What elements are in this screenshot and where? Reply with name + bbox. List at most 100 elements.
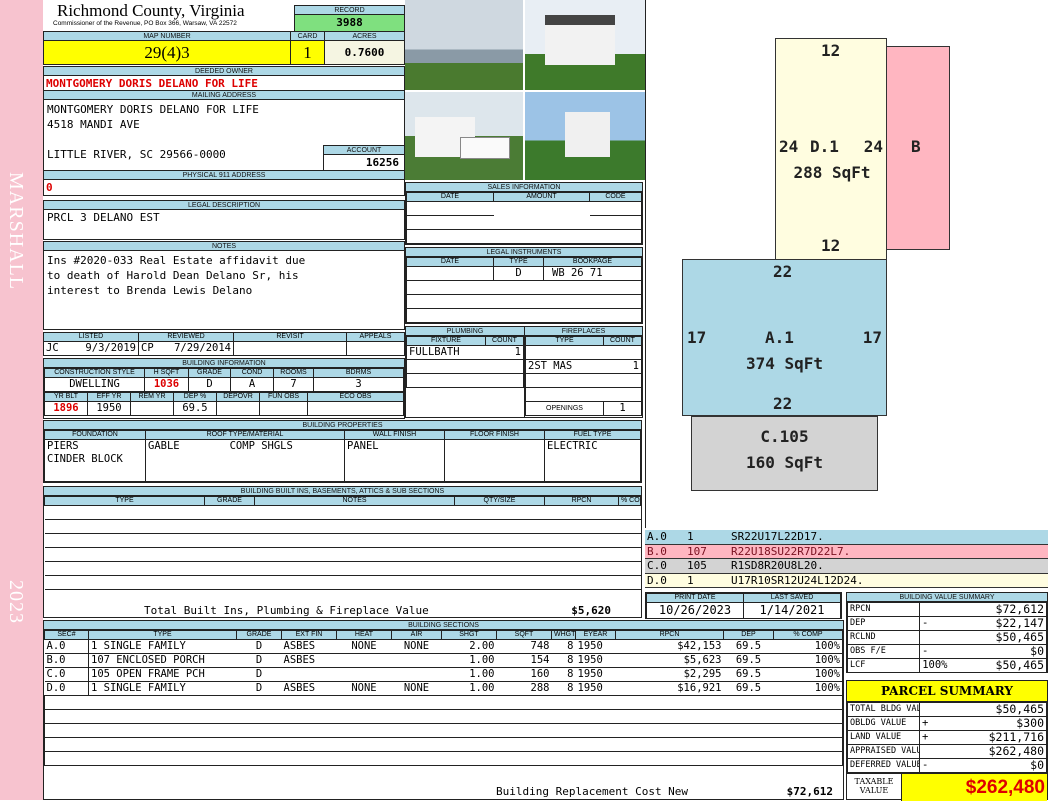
built-ins-label: BUILDING BUILT INS, BASEMENTS, ATTICS & … (44, 487, 641, 496)
building-sketch: 12 24 24 12 D.1 288 SqFt B 22 17 17 22 A… (645, 0, 1050, 528)
building-value-summary: BUILDING VALUE SUMMARY RPCN $72,612 DEP - $2… (846, 592, 1048, 673)
legend-section: A.0 (647, 530, 667, 543)
dim-label: 12 (821, 236, 841, 255)
sales-label: SALES INFORMATION (406, 183, 642, 192)
building-information-label: BUILDING INFORMATION (44, 359, 404, 368)
section-row-cell: 69.5 (723, 667, 774, 682)
section-row-cell: 1950 (575, 639, 616, 654)
value-summary-row: RCLND $50,465 (847, 630, 1047, 645)
sections-header-cell: EYEAR (575, 630, 616, 640)
parcel-name: OBLDG VALUE (847, 716, 920, 731)
parcel-value: $211,716 (949, 730, 1047, 745)
section-row-cell: 1 SINGLE FAMILY (88, 639, 237, 654)
legend-code: 1 (687, 573, 694, 587)
section-row-cell: 748 (496, 639, 552, 654)
fixture-type: FULLBATH (406, 345, 486, 360)
fixture-count-header: COUNT (485, 336, 524, 346)
section-cell (44, 737, 843, 752)
sections-header-cell: EXT FIN (281, 630, 337, 640)
page-title: Richmond County, Virginia (57, 1, 245, 20)
last-saved-label: LAST SAVED (743, 593, 841, 603)
map-box: MAP NUMBER CARD ACRES 29(4)3 1 0.7600 (43, 31, 405, 65)
value-summary-op: - (919, 644, 950, 659)
legend-row: B.0 107 R22U18SU22R7D22L7. (645, 544, 1048, 559)
built-ins-row (44, 533, 641, 548)
dim-label: 24 (863, 137, 883, 156)
building-info-row-cell: 3 (313, 377, 404, 392)
property-photo-2 (525, 0, 645, 90)
legend-row: D.0 1 U17R10SR12U24L12D24. (645, 573, 1048, 588)
legend-code: 105 (687, 559, 707, 572)
legend-section: D.0 (647, 573, 667, 587)
legal-instruments: LEGAL INSTRUMENTS DATE TYPE BOOKPAGE D WB 2… (405, 247, 643, 324)
built-ins-total-label: Total Built Ins, Plumbing & Fireplace Va… (144, 604, 429, 617)
notes-line-1: Ins #2020-033 Real Estate affidavit due (47, 254, 306, 267)
wall-header: WALL FINISH (344, 430, 445, 440)
reviewed-by: CP (141, 342, 154, 355)
physical-address-value: 0 (46, 181, 53, 194)
section-row-cell: D (236, 667, 282, 682)
built-ins-row (44, 575, 641, 590)
building-info-header-cell: CONSTRUCTION STYLE (44, 368, 145, 378)
listed-date: 9/3/2019 (85, 342, 136, 355)
value-summary-op (919, 630, 950, 645)
value-summary-name: RCLND (847, 630, 920, 645)
parcel-op: + (919, 730, 950, 745)
card-value: 1 (290, 41, 324, 64)
parcel-row: TOTAL BLDG VALUE $50,465 (847, 702, 1047, 717)
deeded-owner-label: DEEDED OWNER (44, 67, 404, 76)
built-ins-cell (44, 547, 641, 562)
section-row-cell (391, 653, 442, 668)
legend-path: SR22U17L22D17. (731, 530, 824, 543)
replacement-cost-label: Building Replacement Cost New (496, 785, 689, 798)
map-number-value: 29(4)3 (44, 41, 290, 64)
value-summary-row: LCF 100% $50,465 (847, 658, 1047, 673)
mailing-line-1: MONTGOMERY DORIS DELANO FOR LIFE (47, 103, 259, 116)
physical-address-box: PHYSICAL 911 ADDRESS 0 (43, 170, 405, 196)
sections-header-cell: AIR (391, 630, 442, 640)
physical-address-label: PHYSICAL 911 ADDRESS (44, 171, 404, 180)
sketch-section-d: 12 24 24 12 D.1 288 SqFt (775, 38, 887, 260)
reviewed-header: REVIEWED (138, 332, 234, 342)
last-saved-value: 1/14/2021 (743, 602, 841, 619)
section-cell (44, 751, 843, 766)
fireplace-count-header: COUNT (603, 336, 642, 346)
built-ins-header-cell: QTY/SIZE (454, 496, 545, 506)
building-info-row: 1896 1950 69.5 (44, 401, 404, 416)
openings-value: 1 (603, 401, 642, 416)
legend-row: A.0 1 SR22U17L22D17. (645, 530, 1048, 545)
legend-section: B.0 (647, 544, 667, 558)
building-info-row-cell: D (188, 377, 231, 392)
building-info-header-cell: FUN OBS (259, 392, 308, 402)
section-row-cell: 100% (773, 681, 843, 696)
value-summary-op: 100% (919, 658, 950, 673)
section-row-cell: $2,295 (615, 667, 724, 682)
section-row-cell: 8 (551, 653, 576, 668)
account-value: 16256 (365, 156, 399, 169)
building-info-header-cell: H SQFT (144, 368, 189, 378)
notes-box: NOTES Ins #2020-033 Real Estate affidavi… (43, 241, 405, 330)
parcel-row: LAND VALUE + $211,716 (847, 730, 1047, 745)
section-row-cell (336, 667, 392, 682)
legend-section: C.0 (647, 559, 667, 572)
foundation-1: PIERS (47, 440, 79, 453)
record-label: RECORD (295, 6, 404, 15)
built-ins-header-cell: % COMP (618, 496, 641, 506)
legal-description-box: LEGAL DESCRIPTION PRCL 3 DELANO EST (43, 200, 405, 240)
notes-label: NOTES (44, 242, 404, 251)
sales-information: SALES INFORMATION DATE AMOUNT CODE (405, 182, 643, 245)
section-row-cell: D (236, 681, 282, 696)
sections-header-cell: SHGT (441, 630, 497, 640)
section-row-cell: D (236, 639, 282, 654)
building-info-row-cell (216, 401, 260, 416)
section-row-cell (336, 653, 392, 668)
record-value: 3988 (295, 15, 404, 31)
section-row-cell: 1950 (575, 653, 616, 668)
property-photo-1 (405, 0, 523, 90)
acres-label: ACRES (324, 32, 404, 40)
floor-header: FLOOR FINISH (444, 430, 545, 440)
building-info-row: DWELLING 1036 D A 7 3 (44, 377, 404, 392)
section-row-cell: 100% (773, 667, 843, 682)
section-row-cell: C.0 (44, 667, 89, 682)
section-area: 288 SqFt (793, 163, 871, 182)
